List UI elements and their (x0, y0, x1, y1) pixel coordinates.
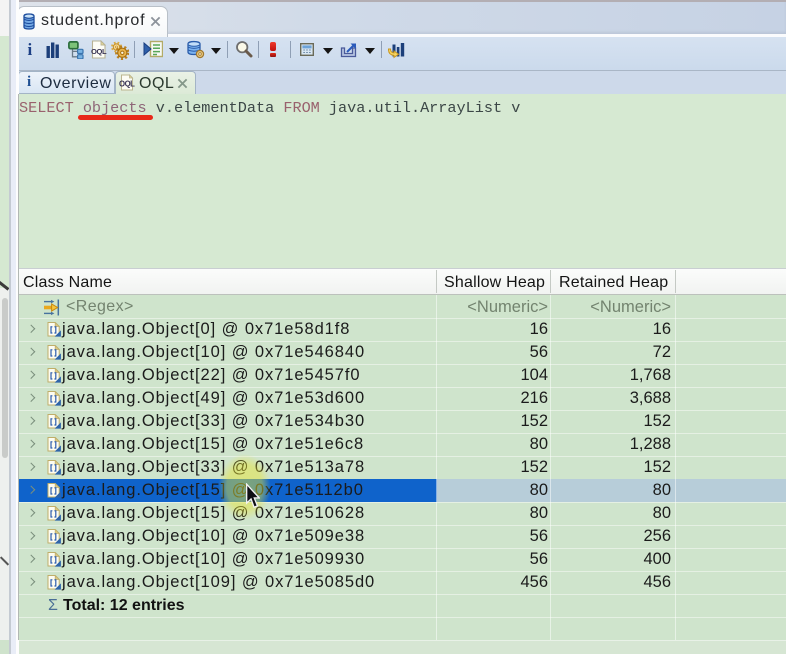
svg-text:OQL: OQL (119, 80, 135, 89)
svg-text:OQL: OQL (91, 47, 107, 56)
